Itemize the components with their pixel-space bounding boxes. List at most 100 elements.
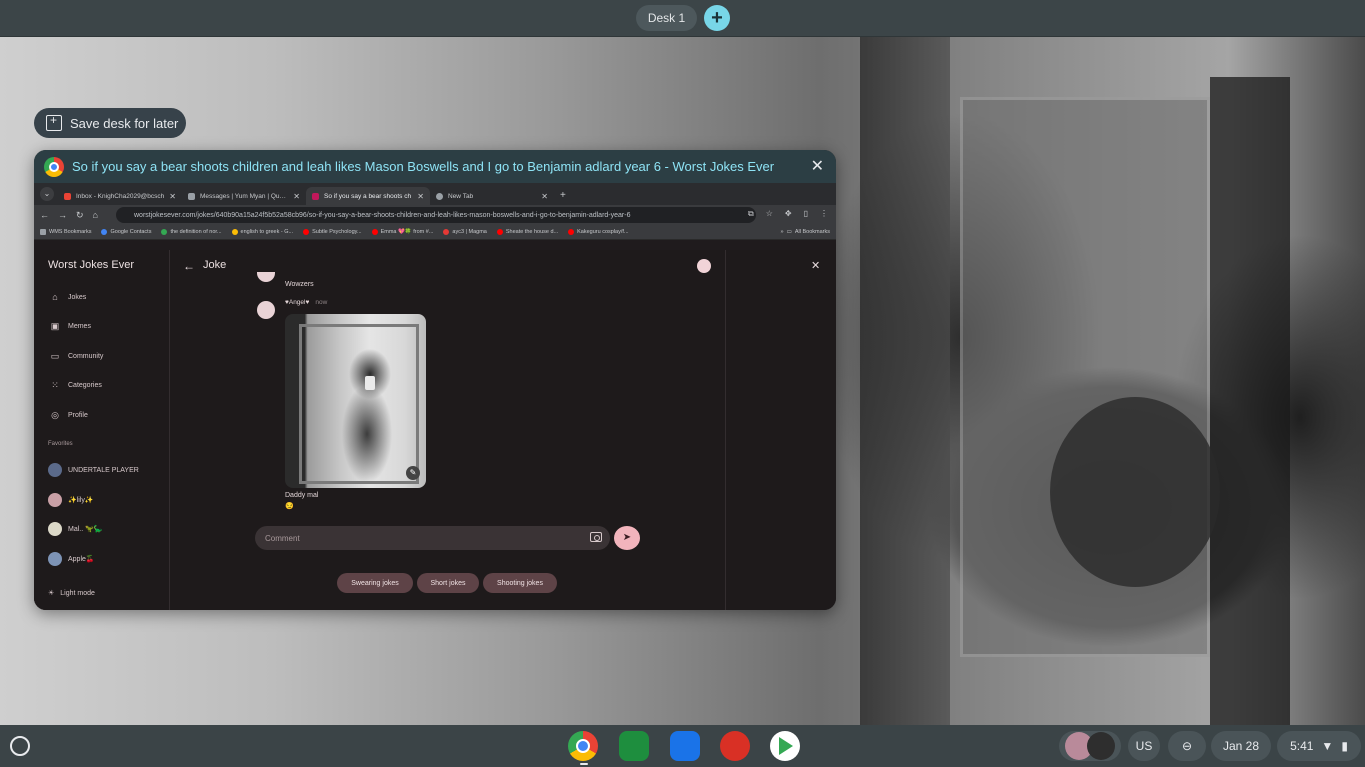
favorite-item[interactable]: Apple🍒 — [48, 552, 95, 566]
bookmark-label: the definition of nor... — [170, 229, 222, 235]
chevron-right-icon: » ▭ — [780, 229, 792, 235]
classroom-app-icon[interactable] — [619, 731, 649, 761]
category-chip[interactable]: Short jokes — [417, 573, 479, 593]
google-icon — [231, 229, 238, 235]
nav-categories[interactable]: ⁙ Categories — [50, 380, 102, 390]
bookmark-item[interactable]: the definition of nor... — [161, 229, 222, 235]
chrome-window-preview[interactable]: So if you say a bear shoots children and… — [34, 150, 836, 610]
tab-joke-active[interactable]: So if you say a bear shoots ch ✕ — [306, 187, 430, 205]
bookmark-item[interactable]: english to greek - G... — [231, 229, 293, 235]
wallpaper-dark-edge — [1210, 77, 1290, 725]
bookmark-label: Subtle Psychology... — [312, 229, 362, 235]
web-page: Worst Jokes Ever ⌂ Jokes ▣ Memes ▭ Communit… — [34, 250, 836, 610]
nav-community[interactable]: ▭ Community — [50, 351, 104, 361]
holding-space-tray[interactable] — [1059, 731, 1121, 761]
tab-label: Inbox - KnighCha2029@bcsch — [76, 192, 165, 200]
pane-avatar[interactable] — [697, 259, 711, 273]
tab-label: Messages | Yum Myan | Quotev — [200, 192, 289, 200]
play-store-icon[interactable] — [770, 731, 800, 761]
bookmark-item[interactable]: WMS Bookmarks — [40, 229, 91, 235]
bookmarks-bar: WMS Bookmarks Google Contacts the defini… — [34, 225, 836, 240]
comment-input[interactable]: Comment — [255, 526, 610, 550]
favorite-item[interactable]: Mal.. 🦖🦕 — [48, 522, 103, 536]
all-bookmarks[interactable]: » ▭ All Bookmarks — [781, 229, 830, 235]
joke-pane: ← Joke Wowzers ♥Angel♥ now ✎ Daddy mal 😏 … — [171, 250, 726, 610]
desk-1-button[interactable]: Desk 1 — [636, 5, 697, 31]
tab-close-icon[interactable]: ✕ — [541, 192, 548, 201]
comment-emoji: 😏 — [285, 503, 294, 510]
youtube-icon — [496, 229, 503, 235]
favorites-heading: Favorites — [48, 441, 73, 447]
install-app-icon[interactable]: ⧉ — [748, 209, 754, 219]
nav-label: Profile — [68, 411, 88, 419]
forward-icon[interactable]: → — [58, 210, 67, 220]
launcher-button[interactable] — [10, 736, 30, 756]
category-chip[interactable]: Shooting jokes — [483, 573, 557, 593]
favorite-item[interactable]: UNDERTALE PLAYER — [48, 463, 139, 477]
tab-close-icon[interactable]: ✕ — [169, 192, 176, 201]
all-bookmarks-label: All Bookmarks — [794, 229, 830, 235]
comment-avatar[interactable] — [257, 301, 275, 319]
tray-thumbnail — [1087, 732, 1115, 760]
new-tab-icon[interactable]: + — [560, 190, 566, 201]
nav-label: Jokes — [68, 293, 87, 301]
sun-icon: ☀ — [48, 590, 55, 597]
bookmark-item[interactable]: Subtle Psychology... — [303, 229, 362, 235]
close-window-icon[interactable]: ✕ — [811, 156, 824, 176]
files-app-icon[interactable] — [670, 731, 700, 761]
avatar — [48, 522, 62, 536]
back-arrow-icon[interactable]: ← — [183, 259, 195, 273]
bookmark-star-icon[interactable]: ☆ — [766, 209, 773, 219]
side-panel-icon[interactable]: ▯ — [804, 209, 808, 219]
category-chip[interactable]: Swearing jokes — [337, 573, 413, 593]
avatar — [48, 493, 62, 507]
avatar — [48, 463, 62, 477]
reload-icon[interactable]: ↻ — [76, 210, 84, 221]
home-icon[interactable]: ⌂ — [93, 210, 98, 220]
nav-profile[interactable]: ◎ Profile — [50, 410, 88, 420]
comment-photo[interactable]: ✎ — [285, 314, 426, 488]
new-desk-button[interactable]: + — [704, 5, 730, 31]
bookmark-item[interactable]: ayc3 | Magma — [443, 229, 487, 235]
tab-messages[interactable]: Messages | Yum Myan | Quotev ✕ — [182, 187, 306, 205]
light-mode-toggle[interactable]: ☀ Light mode — [48, 589, 95, 598]
nav-memes[interactable]: ▣ Memes — [50, 321, 91, 331]
save-desk-button[interactable]: Save desk for later — [34, 108, 186, 138]
comment-avatar[interactable] — [257, 272, 275, 282]
back-icon[interactable]: ← — [40, 210, 49, 220]
bookmark-item[interactable]: Kakeguru cosplay/f... — [568, 229, 629, 235]
menu-icon[interactable]: ⋮ — [820, 209, 828, 219]
tab-inbox[interactable]: Inbox - KnighCha2029@bcsch ✕ — [58, 187, 182, 205]
address-bar[interactable]: worstjokesever.com/jokes/640b90a15a24f5b… — [116, 207, 756, 223]
bookmark-item[interactable]: Sheate the house d... — [496, 229, 558, 235]
camera-icon[interactable] — [590, 532, 602, 542]
chrome-app-icon[interactable] — [568, 731, 598, 761]
bookmark-item[interactable]: Google Contacts — [101, 229, 151, 235]
nav-label: Categories — [68, 381, 102, 389]
quotev-icon — [188, 192, 195, 200]
date-tray[interactable]: Jan 28 — [1211, 731, 1271, 761]
tab-search-icon[interactable]: ⌄ — [40, 187, 54, 201]
status-tray[interactable]: 5:41 ▼ ▮ — [1277, 731, 1361, 761]
edit-icon[interactable]: ✎ — [406, 466, 420, 480]
browser-toolbar: ← → ↻ ⌂ worstjokesever.com/jokes/640b90a… — [34, 205, 836, 225]
nav-jokes[interactable]: ⌂ Jokes — [50, 292, 86, 302]
bookmark-item[interactable]: Emma 💖🍀 from #... — [371, 229, 433, 235]
url-text: worstjokesever.com/jokes/640b90a15a24f5b… — [134, 211, 631, 219]
tab-close-icon[interactable]: ✕ — [417, 192, 424, 201]
site-brand[interactable]: Worst Jokes Ever — [48, 259, 134, 271]
canvas-app-icon[interactable] — [720, 731, 750, 761]
close-pane-icon[interactable]: ✕ — [811, 259, 820, 272]
chat-icon: ▭ — [50, 351, 60, 361]
extensions-icon[interactable]: ✥ — [785, 209, 792, 219]
light-mode-label: Light mode — [60, 589, 95, 597]
tab-new-tab[interactable]: New Tab ✕ — [430, 187, 554, 205]
do-not-disturb-icon[interactable]: ⊖ — [1168, 731, 1206, 761]
favorite-item[interactable]: ✨lily✨ — [48, 493, 94, 507]
send-button[interactable]: ➤ — [614, 526, 640, 550]
tab-close-icon[interactable]: ✕ — [293, 192, 300, 201]
gmail-icon — [64, 192, 71, 200]
keyboard-layout[interactable]: US — [1128, 731, 1160, 761]
comment-author[interactable]: ♥Angel♥ — [285, 299, 309, 306]
comment-caption: Daddy mal — [285, 492, 319, 499]
